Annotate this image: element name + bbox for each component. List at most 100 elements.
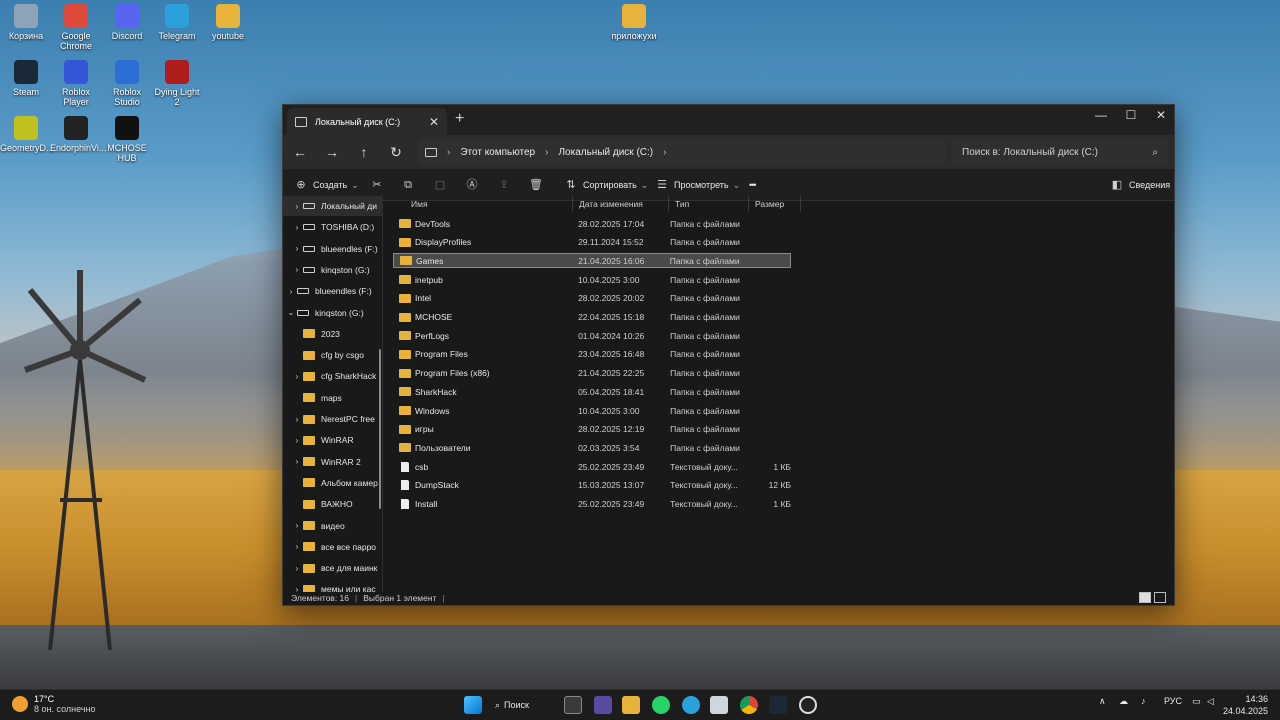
column-name[interactable]: Имя bbox=[405, 196, 573, 212]
network-icon[interactable]: ▭ bbox=[1192, 696, 1201, 707]
file-row[interactable]: Install 25.02.2025 23:49 Текстовый доку...… bbox=[393, 497, 791, 512]
chevron-icon[interactable]: › bbox=[291, 202, 303, 211]
minimize-button[interactable]: — bbox=[1086, 105, 1116, 125]
column-date[interactable]: Дата изменения bbox=[573, 196, 669, 212]
chevron-icon[interactable]: › bbox=[291, 521, 303, 530]
clock[interactable]: 14:36 24.04.2025 bbox=[1223, 693, 1268, 717]
breadcrumb-local-disk[interactable]: Локальный диск (C:) bbox=[558, 147, 653, 158]
details-view-button[interactable] bbox=[1139, 592, 1151, 603]
file-explorer-taskbar-icon[interactable] bbox=[622, 696, 640, 714]
chevron-icon[interactable]: › bbox=[291, 457, 303, 466]
refresh-icon[interactable]: ↻ bbox=[387, 143, 405, 161]
language-indicator[interactable]: РУС bbox=[1164, 696, 1182, 706]
file-row[interactable]: DevTools 28.02.2025 17:04 Папка с файлами bbox=[393, 216, 791, 231]
maximize-button[interactable]: ☐ bbox=[1116, 105, 1146, 125]
desktop-icon[interactable]: EndorphinVi... bbox=[50, 116, 106, 153]
taskbar-app3-icon[interactable] bbox=[799, 696, 817, 714]
tab-close-icon[interactable]: ✕ bbox=[429, 115, 439, 129]
sidebar-item[interactable]: ⌄ kinqston (G:) bbox=[283, 303, 382, 323]
desktop-icon[interactable]: Steam bbox=[0, 60, 52, 97]
file-row[interactable]: Games 21.04.2025 16:06 Папка с файлами bbox=[393, 253, 791, 269]
sidebar-item[interactable]: › WinRAR bbox=[283, 430, 382, 450]
tray-overflow-icon[interactable]: ∧ bbox=[1099, 696, 1106, 707]
chrome-taskbar-icon[interactable] bbox=[740, 696, 758, 714]
cut-button[interactable]: ✂ bbox=[369, 176, 385, 194]
column-size[interactable]: Размер bbox=[749, 196, 801, 212]
delete-button[interactable]: 🗑 bbox=[528, 176, 544, 194]
file-row[interactable]: игры 28.02.2025 12:19 Папка с файлами bbox=[393, 422, 791, 437]
sidebar-item[interactable]: › cfg SharkHack bbox=[283, 366, 382, 386]
chevron-icon[interactable]: › bbox=[291, 265, 303, 274]
file-row[interactable]: Windows 10.04.2025 3:00 Папка с файлами bbox=[393, 403, 791, 418]
onedrive-icon[interactable]: ☁ bbox=[1119, 696, 1128, 707]
file-row[interactable]: Program Files (x86) 21.04.2025 22:25 Папка… bbox=[393, 366, 791, 381]
chevron-icon[interactable]: › bbox=[291, 223, 303, 232]
file-row[interactable]: MCHOSE 22.04.2025 15:18 Папка с файлами bbox=[393, 310, 791, 325]
start-button[interactable] bbox=[464, 696, 482, 714]
file-row[interactable]: csb 25.02.2025 23:49 Текстовый доку... 1 КБ bbox=[393, 459, 791, 474]
share-button[interactable]: ⇪ bbox=[496, 176, 512, 194]
desktop-icon[interactable]: GeometryD... bbox=[0, 116, 54, 153]
desktop-icon[interactable]: Корзина bbox=[0, 4, 52, 41]
desktop-icon[interactable]: приложухи bbox=[608, 4, 660, 41]
desktop-icon[interactable]: youtube bbox=[202, 4, 254, 41]
sidebar-item[interactable]: › все все парро bbox=[283, 537, 382, 557]
chevron-icon[interactable]: › bbox=[291, 244, 303, 253]
desktop-icon[interactable]: Roblox Player bbox=[50, 60, 102, 107]
sidebar-item[interactable]: › blueendles (F:) bbox=[283, 239, 382, 259]
chevron-icon[interactable]: › bbox=[291, 564, 303, 573]
chevron-icon[interactable]: › bbox=[291, 415, 303, 424]
volume-icon[interactable]: ◁ bbox=[1207, 696, 1214, 707]
sidebar-item[interactable]: › видео bbox=[283, 516, 382, 536]
telegram-taskbar-icon[interactable] bbox=[682, 696, 700, 714]
details-button[interactable]: ◧ Сведения bbox=[1109, 176, 1170, 194]
file-row[interactable]: Program Files 23.04.2025 16:48 Папка с фай… bbox=[393, 347, 791, 362]
sidebar-item[interactable]: maps bbox=[283, 388, 382, 408]
file-row[interactable]: PerfLogs 01.04.2024 10:26 Папка с файлами bbox=[393, 328, 791, 343]
microphone-icon[interactable]: ♪ bbox=[1141, 696, 1146, 706]
taskbar-search[interactable]: ⌕ Поиск bbox=[495, 696, 529, 714]
up-icon[interactable]: ↑ bbox=[355, 143, 373, 161]
taskbar-app-icon[interactable] bbox=[594, 696, 612, 714]
task-view-icon[interactable] bbox=[564, 696, 582, 714]
address-bar[interactable]: › Этот компьютер › Локальный диск (C:) › bbox=[417, 139, 945, 165]
chevron-icon[interactable]: ⌄ bbox=[285, 308, 297, 317]
taskbar-app2-icon[interactable] bbox=[710, 696, 728, 714]
sidebar-item[interactable]: Альбом камер bbox=[283, 473, 382, 493]
desktop-icon[interactable]: Telegram bbox=[151, 4, 203, 41]
forward-icon[interactable]: → bbox=[323, 143, 341, 161]
view-button[interactable]: ☰ Просмотреть ⌄ bbox=[654, 176, 740, 194]
desktop-icon[interactable]: Discord bbox=[101, 4, 153, 41]
file-row[interactable]: DumpStack 15.03.2025 13:07 Текстовый доку.… bbox=[393, 478, 791, 493]
rename-button[interactable]: Ⓐ bbox=[464, 176, 480, 194]
tab-local-disk[interactable]: Локальный диск (C:) ✕ bbox=[287, 108, 447, 135]
file-row[interactable]: DisplayProfiles 29.11.2024 15:52 Папка с ф… bbox=[393, 235, 791, 250]
whatsapp-icon[interactable] bbox=[652, 696, 670, 714]
desktop-icon[interactable]: MCHOSE HUB bbox=[101, 116, 153, 163]
file-row[interactable]: Intel 28.02.2025 20:02 Папка с файлами bbox=[393, 291, 791, 306]
search-input[interactable]: Поиск в: Локальный диск (C:) ⌕ bbox=[952, 139, 1168, 165]
sidebar-item[interactable]: cfg by csgo bbox=[283, 345, 382, 365]
sidebar-item[interactable]: › kinqston (G:) bbox=[283, 260, 382, 280]
chevron-icon[interactable]: › bbox=[291, 542, 303, 551]
column-type[interactable]: Тип bbox=[669, 196, 749, 212]
desktop-icon[interactable]: Google Chrome bbox=[50, 4, 102, 51]
file-row[interactable]: SharkHack 05.04.2025 18:41 Папка с файлами bbox=[393, 384, 791, 399]
copy-button[interactable]: ⧉ bbox=[400, 176, 416, 194]
sidebar-item[interactable]: › NerestPC free bbox=[283, 409, 382, 429]
sidebar-item[interactable]: › WinRAR 2 bbox=[283, 452, 382, 472]
create-button[interactable]: ⊕ Создать ⌄ bbox=[293, 176, 358, 194]
desktop-icon[interactable]: Dying Light 2 bbox=[151, 60, 203, 107]
sort-button[interactable]: ⇅ Сортировать ⌄ bbox=[563, 176, 648, 194]
weather-widget[interactable]: 17°C 8 он. солнечно bbox=[12, 694, 95, 714]
sidebar-item[interactable]: › blueendles (F:) bbox=[283, 281, 382, 301]
file-row[interactable]: Пользователи 02.03.2025 3:54 Папка с файла… bbox=[393, 440, 791, 455]
back-icon[interactable]: ← bbox=[291, 143, 309, 161]
file-row[interactable]: inetpub 10.04.2025 3:00 Папка с файлами bbox=[393, 272, 791, 287]
sidebar-item[interactable]: ВАЖНО bbox=[283, 494, 382, 514]
more-options-button[interactable]: ••• bbox=[749, 176, 757, 194]
chevron-icon[interactable]: › bbox=[291, 372, 303, 381]
sidebar-item[interactable]: 2023 bbox=[283, 324, 382, 344]
new-tab-button[interactable]: + bbox=[455, 110, 464, 128]
sidebar-item[interactable]: › все для маинк bbox=[283, 558, 382, 578]
